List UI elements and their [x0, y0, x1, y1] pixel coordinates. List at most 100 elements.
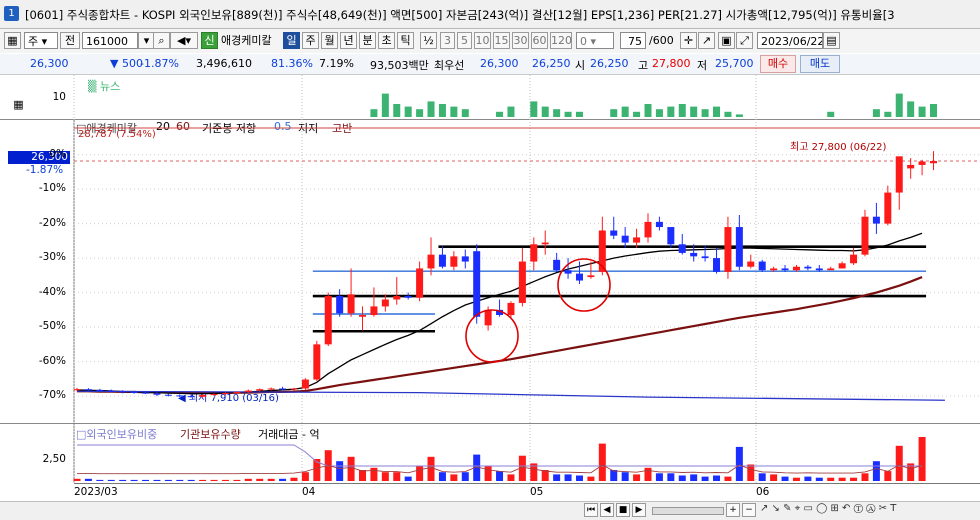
candle-body [438, 254, 446, 267]
trade-amount-bar [496, 471, 504, 481]
candle-body [187, 396, 195, 398]
zoom-out-icon[interactable]: − [742, 503, 756, 517]
x-axis: 2023/03 04 05 06 [74, 483, 980, 502]
news-bar [690, 106, 698, 117]
candle-body [610, 230, 618, 236]
price-axis-label: -70% [38, 389, 66, 402]
candle-body [313, 344, 321, 380]
price-axis-label: -20% [38, 216, 66, 229]
interval-button-3[interactable]: 3 [440, 32, 455, 49]
price-axis-label: -60% [38, 354, 66, 367]
trade-amount-bar [564, 474, 572, 481]
period-tab-0[interactable]: 일 [283, 32, 300, 49]
trade-amount-bar [359, 470, 366, 481]
trade-amount-bar [301, 472, 309, 481]
news-bar [907, 101, 915, 117]
trade-amount-bar [244, 478, 252, 481]
news-bar [713, 106, 721, 117]
trade-amount-bar [438, 472, 446, 481]
zoom-slider[interactable] [652, 507, 724, 515]
candle-body [918, 161, 926, 165]
news-bar [724, 111, 732, 117]
trade-amount-bar [347, 456, 355, 481]
news-bar [621, 106, 629, 117]
trade-amount-bar [747, 464, 755, 481]
candle-body [347, 294, 355, 314]
news-bar [918, 106, 926, 117]
candle-body [199, 395, 207, 397]
interval-button-120[interactable]: 120 [550, 32, 572, 49]
period-tab-1[interactable]: 주 [302, 32, 319, 49]
trade-amount-bar [724, 476, 732, 481]
trade-amount-bar [107, 479, 115, 481]
candle-body [553, 259, 561, 271]
candle-body [210, 394, 218, 396]
stock-chart[interactable] [0, 0, 980, 500]
news-bar [416, 109, 424, 117]
trade-amount-bar [96, 479, 104, 481]
period-tab-2[interactable]: 월 [321, 32, 338, 49]
trade-amount-bar [792, 477, 800, 481]
trade-amount-bar [404, 476, 412, 481]
zoom-in-icon[interactable]: + [726, 503, 740, 517]
candle-body [73, 389, 81, 391]
interval-button-15[interactable]: 15 [493, 32, 510, 49]
interval-button-5[interactable]: 5 [457, 32, 472, 49]
candle-body [256, 389, 264, 391]
trade-amount-bar [655, 473, 663, 481]
scroll-first-icon[interactable]: ⏮ [584, 503, 598, 517]
trade-amount-bar [587, 476, 595, 481]
candle-body [713, 258, 721, 272]
trade-amount-bar [872, 461, 880, 481]
candle-body [804, 266, 812, 269]
candle-body [815, 268, 823, 271]
trade-amount-bar [770, 474, 778, 481]
candle-body [587, 275, 595, 278]
candle-body [633, 237, 641, 243]
trade-amount-bar [667, 473, 675, 481]
period-tab-5[interactable]: 초 [378, 32, 395, 49]
news-bar [450, 106, 458, 117]
trade-amount-bar [164, 479, 172, 481]
interval-button-60[interactable]: 60 [531, 32, 548, 49]
candle-body [130, 391, 138, 393]
candle-body [530, 244, 538, 262]
candle-body [701, 256, 709, 259]
stop-icon[interactable]: ■ [616, 503, 630, 517]
x-label-apr: 04 [302, 486, 316, 498]
candle-body [244, 390, 252, 392]
price-axis-label: -10% [38, 182, 66, 195]
trade-amount-bar [838, 477, 846, 481]
news-bar [678, 104, 686, 117]
drawing-tools[interactable]: ↗ ↘ ✎ ⌖ ▭ ◯ ⊞ ↶ Ⓣ Ⓐ ✂ T [760, 503, 896, 514]
scroll-next-icon[interactable]: ▶ [632, 503, 646, 517]
news-bar [644, 104, 652, 117]
period-tab-3[interactable]: 년 [340, 32, 357, 49]
candle-body [473, 251, 481, 317]
trade-amount-bar [290, 477, 298, 481]
candle-body [930, 161, 937, 164]
candle-body [359, 315, 366, 317]
period-tab-4[interactable]: 분 [359, 32, 376, 49]
news-bar [610, 109, 618, 117]
price-axis-label: -50% [38, 320, 66, 333]
candle-body [404, 296, 412, 298]
trade-amount-bar [450, 474, 458, 481]
candle-body [884, 192, 892, 224]
candle-body [416, 268, 424, 298]
news-bar [575, 111, 583, 117]
trade-amount-bar [256, 478, 264, 481]
trade-amount-bar [827, 477, 835, 481]
candle-body [872, 216, 880, 224]
x-label-jun: 06 [756, 486, 770, 498]
scroll-prev-icon[interactable]: ◀ [600, 503, 614, 517]
annotation-circle [465, 309, 519, 363]
interval-button-10[interactable]: 10 [474, 32, 491, 49]
candle-body [621, 235, 629, 243]
interval-button-30[interactable]: 30 [512, 32, 529, 49]
news-bar [564, 111, 572, 117]
news-bar [530, 101, 538, 117]
trade-amount-bar [850, 477, 858, 481]
news-bar [553, 109, 561, 117]
period-tab-6[interactable]: 틱 [397, 32, 414, 49]
